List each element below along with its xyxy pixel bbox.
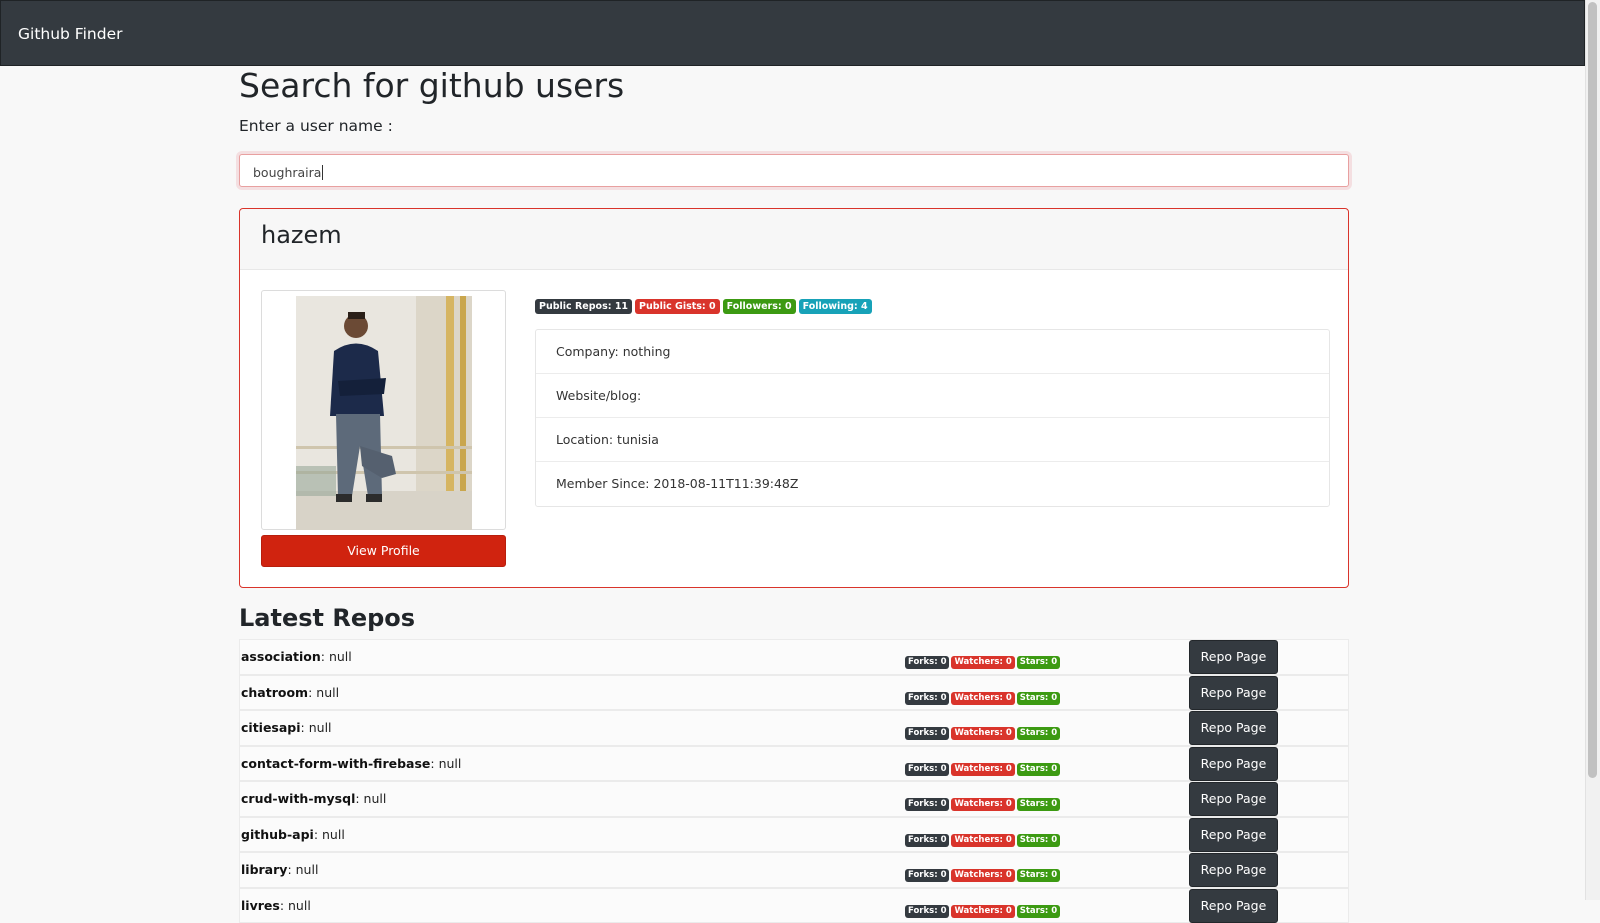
stars-badge: Stars: 0 bbox=[1017, 656, 1060, 669]
avatar-photo-icon bbox=[296, 296, 472, 530]
stars-badge: Stars: 0 bbox=[1017, 763, 1060, 776]
repo-name-link: contact-form-with-firebase bbox=[241, 756, 430, 771]
repo-name: citiesapi: null bbox=[241, 720, 332, 735]
repo-name-link: crud-with-mysql bbox=[241, 791, 355, 806]
watchers-badge: Watchers: 0 bbox=[951, 905, 1014, 918]
repo-name: github-api: null bbox=[241, 827, 345, 842]
watchers-badge: Watchers: 0 bbox=[951, 834, 1014, 847]
repo-description: : null bbox=[308, 685, 339, 700]
followers-badge: Followers: 0 bbox=[723, 299, 796, 314]
profile-card: hazem bbox=[239, 208, 1349, 588]
repo-list: association: null Forks: 0Watchers: 0Sta… bbox=[239, 639, 1349, 923]
forks-badge: Forks: 0 bbox=[905, 656, 949, 669]
forks-badge: Forks: 0 bbox=[905, 727, 949, 740]
repo-name: association: null bbox=[241, 649, 352, 664]
repo-page-button[interactable]: Repo Page bbox=[1189, 747, 1278, 781]
scrollbar-thumb[interactable] bbox=[1588, 2, 1597, 778]
repo-name: chatroom: null bbox=[241, 685, 339, 700]
repo-name-link: library bbox=[241, 862, 287, 877]
repo-row: livres: null Forks: 0Watchers: 0Stars: 0… bbox=[239, 888, 1349, 923]
repo-stats: Forks: 0Watchers: 0Stars: 0 bbox=[905, 791, 1062, 811]
repo-page-button[interactable]: Repo Page bbox=[1189, 889, 1278, 923]
vertical-scrollbar[interactable] bbox=[1585, 0, 1600, 900]
view-profile-button[interactable]: View Profile bbox=[261, 535, 506, 567]
forks-badge: Forks: 0 bbox=[905, 692, 949, 705]
stars-badge: Stars: 0 bbox=[1017, 692, 1060, 705]
repo-description: : null bbox=[430, 756, 461, 771]
public-repos-badge: Public Repos: 11 bbox=[535, 299, 632, 314]
search-input-value: boughraira bbox=[253, 165, 323, 180]
forks-badge: Forks: 0 bbox=[905, 763, 949, 776]
username-search-input[interactable]: boughraira bbox=[239, 154, 1349, 187]
stars-badge: Stars: 0 bbox=[1017, 905, 1060, 918]
repo-name-link: citiesapi bbox=[241, 720, 301, 735]
repo-name-link: chatroom bbox=[241, 685, 308, 700]
repo-row: contact-form-with-firebase: null Forks: … bbox=[239, 746, 1349, 782]
watchers-badge: Watchers: 0 bbox=[951, 798, 1014, 811]
repo-name: contact-form-with-firebase: null bbox=[241, 756, 461, 771]
stars-badge: Stars: 0 bbox=[1017, 798, 1060, 811]
repo-page-button[interactable]: Repo Page bbox=[1189, 640, 1278, 674]
brand-link[interactable]: Github Finder bbox=[18, 25, 122, 43]
stars-badge: Stars: 0 bbox=[1017, 834, 1060, 847]
watchers-badge: Watchers: 0 bbox=[951, 692, 1014, 705]
member-since-item: Member Since: 2018-08-11T11:39:48Z bbox=[536, 462, 1329, 506]
profile-card-header: hazem bbox=[240, 209, 1348, 270]
profile-info-list: Company: nothing Website/blog: Location:… bbox=[535, 329, 1330, 507]
forks-badge: Forks: 0 bbox=[905, 798, 949, 811]
repo-name-link: github-api bbox=[241, 827, 314, 842]
stars-badge: Stars: 0 bbox=[1017, 727, 1060, 740]
repo-description: : null bbox=[355, 791, 386, 806]
repo-page-button[interactable]: Repo Page bbox=[1189, 853, 1278, 887]
company-item: Company: nothing bbox=[536, 330, 1329, 374]
profile-name: hazem bbox=[261, 221, 342, 249]
forks-badge: Forks: 0 bbox=[905, 869, 949, 882]
latest-repos-heading: Latest Repos bbox=[239, 604, 415, 632]
repo-page-button[interactable]: Repo Page bbox=[1189, 782, 1278, 816]
repo-stats: Forks: 0Watchers: 0Stars: 0 bbox=[905, 685, 1062, 705]
repo-stats: Forks: 0Watchers: 0Stars: 0 bbox=[905, 827, 1062, 847]
watchers-badge: Watchers: 0 bbox=[951, 656, 1014, 669]
repo-row: chatroom: null Forks: 0Watchers: 0Stars:… bbox=[239, 675, 1349, 711]
repo-name: crud-with-mysql: null bbox=[241, 791, 386, 806]
profile-stats: Public Repos: 11Public Gists: 0Followers… bbox=[535, 294, 875, 314]
forks-badge: Forks: 0 bbox=[905, 905, 949, 918]
repo-description: : null bbox=[301, 720, 332, 735]
repo-row: github-api: null Forks: 0Watchers: 0Star… bbox=[239, 817, 1349, 853]
repo-description: : null bbox=[321, 649, 352, 664]
repo-stats: Forks: 0Watchers: 0Stars: 0 bbox=[905, 898, 1062, 918]
watchers-badge: Watchers: 0 bbox=[951, 869, 1014, 882]
watchers-badge: Watchers: 0 bbox=[951, 727, 1014, 740]
stars-badge: Stars: 0 bbox=[1017, 869, 1060, 882]
page-title: Search for github users bbox=[239, 66, 624, 106]
repo-page-button[interactable]: Repo Page bbox=[1189, 818, 1278, 852]
repo-row: citiesapi: null Forks: 0Watchers: 0Stars… bbox=[239, 710, 1349, 746]
repo-stats: Forks: 0Watchers: 0Stars: 0 bbox=[905, 862, 1062, 882]
repo-page-button[interactable]: Repo Page bbox=[1189, 676, 1278, 710]
repo-row: library: null Forks: 0Watchers: 0Stars: … bbox=[239, 852, 1349, 888]
repo-page-button[interactable]: Repo Page bbox=[1189, 711, 1278, 745]
repo-stats: Forks: 0Watchers: 0Stars: 0 bbox=[905, 720, 1062, 740]
repo-stats: Forks: 0Watchers: 0Stars: 0 bbox=[905, 756, 1062, 776]
text-caret bbox=[322, 165, 323, 180]
website-item: Website/blog: bbox=[536, 374, 1329, 418]
public-gists-badge: Public Gists: 0 bbox=[635, 299, 720, 314]
repo-stats: Forks: 0Watchers: 0Stars: 0 bbox=[905, 649, 1062, 669]
avatar bbox=[296, 296, 472, 530]
repo-description: : null bbox=[287, 862, 318, 877]
location-item: Location: tunisia bbox=[536, 418, 1329, 462]
following-badge: Following: 4 bbox=[799, 299, 872, 314]
repo-name-link: association bbox=[241, 649, 321, 664]
avatar-frame bbox=[261, 290, 506, 530]
repo-name: library: null bbox=[241, 862, 318, 877]
navbar: Github Finder bbox=[0, 0, 1585, 66]
username-label: Enter a user name : bbox=[239, 117, 393, 135]
forks-badge: Forks: 0 bbox=[905, 834, 949, 847]
repo-description: : null bbox=[314, 827, 345, 842]
watchers-badge: Watchers: 0 bbox=[951, 763, 1014, 776]
repo-row: crud-with-mysql: null Forks: 0Watchers: … bbox=[239, 781, 1349, 817]
repo-row: association: null Forks: 0Watchers: 0Sta… bbox=[239, 639, 1349, 675]
